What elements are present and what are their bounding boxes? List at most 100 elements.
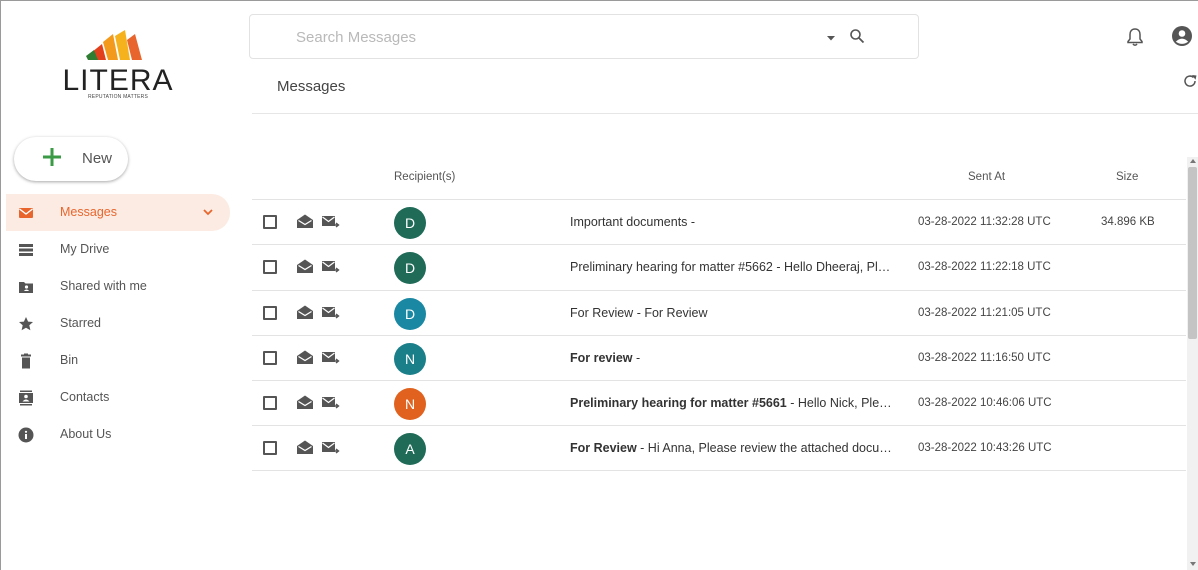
mark-read-icon[interactable] [296, 394, 314, 410]
forward-mail-icon[interactable] [321, 349, 341, 367]
mail-icon [19, 208, 33, 218]
chevron-down-icon[interactable] [202, 206, 214, 218]
contacts-icon [19, 390, 33, 406]
row-checkbox[interactable] [263, 305, 277, 320]
sent-at: 03-28-2022 11:22:18 UTC [918, 261, 1051, 274]
sidebar-item-label: Shared with me [60, 279, 147, 293]
sidebar-item-bin[interactable]: Bin [6, 342, 230, 379]
subject-preview: - Hi Anna, Please review the attached do… [636, 441, 896, 456]
list-icon [19, 244, 33, 256]
message-subject[interactable]: For Review - For Review [570, 306, 896, 320]
info-icon [18, 427, 34, 443]
refresh-icon[interactable] [1182, 73, 1198, 89]
subject-title: Important documents [570, 215, 688, 229]
page-title: Messages [277, 78, 346, 95]
scroll-down-arrow[interactable] [1190, 562, 1196, 566]
sidebar-item-about-us[interactable]: About Us [6, 416, 230, 453]
divider [252, 113, 1198, 114]
row-checkbox[interactable] [263, 215, 277, 229]
subject-title: For Review [570, 305, 634, 320]
sidebar-item-label: Messages [60, 205, 117, 219]
avatar: D [394, 252, 426, 285]
sidebar-nav: Messages My Drive Shared with me Starred… [6, 194, 236, 453]
star-icon [19, 317, 33, 331]
sidebar-item-starred[interactable]: Starred [6, 305, 230, 342]
sidebar-item-label: Contacts [60, 390, 110, 404]
message-subject[interactable]: Preliminary hearing for matter #5662 - H… [570, 260, 896, 274]
subject-title: For review [570, 350, 633, 365]
scroll-up-arrow[interactable] [1190, 159, 1196, 163]
file-size: 34.896 KB [1101, 216, 1155, 228]
sidebar-item-my-drive[interactable]: My Drive [6, 231, 230, 268]
mark-read-icon[interactable] [296, 213, 314, 229]
mark-read-icon[interactable] [296, 258, 314, 274]
subject-preview: - Hello Dheeraj, Please review the attac… [776, 260, 896, 275]
subject-preview: - Hello Nick, Please review the attached… [790, 396, 896, 411]
litera-logo: LITERA REPUTATION MATTERS [62, 30, 174, 108]
sidebar-item-label: Starred [60, 316, 101, 330]
new-message-button[interactable]: New [14, 137, 128, 181]
table-row[interactable]: N For review - 03-28-2022 11:16:50 UTC [252, 334, 1186, 380]
avatar: A [394, 433, 426, 466]
column-header-size[interactable]: Size [1116, 171, 1138, 183]
sidebar-item-label: Bin [60, 353, 79, 367]
new-button-label: New [82, 150, 113, 167]
sent-at: 03-28-2022 11:32:28 UTC [918, 216, 1051, 228]
logo-wordmark: LITERA [62, 64, 174, 97]
logo-tagline: REPUTATION MATTERS [88, 94, 148, 100]
mark-read-icon[interactable] [296, 349, 314, 365]
forward-mail-icon[interactable] [321, 258, 341, 276]
column-header-sent-at[interactable]: Sent At [968, 171, 1005, 183]
plus-icon [43, 148, 61, 166]
subject-title: Preliminary hearing for matter #5661 [570, 396, 787, 411]
table-row[interactable]: D For Review - For Review 03-28-2022 11:21… [252, 289, 1186, 335]
sidebar-item-messages[interactable]: Messages [6, 194, 230, 231]
forward-mail-icon[interactable] [321, 439, 341, 457]
search-input[interactable] [296, 27, 816, 47]
sent-at: 03-28-2022 10:43:26 UTC [918, 442, 1052, 455]
subject-title: Preliminary hearing for matter #5662 [570, 260, 773, 275]
avatar: N [394, 388, 426, 421]
table-row[interactable]: N Preliminary hearing for matter #5661 - … [252, 380, 1186, 425]
avatar: N [394, 342, 426, 375]
table-row[interactable]: D Important documents - 03-28-2022 11:32:2… [252, 199, 1186, 244]
sent-at: 03-28-2022 10:46:06 UTC [918, 397, 1052, 410]
sidebar-item-shared[interactable]: Shared with me [6, 268, 230, 305]
sidebar-item-contacts[interactable]: Contacts [6, 379, 230, 416]
scrollbar-thumb[interactable] [1188, 167, 1197, 339]
sidebar: LITERA REPUTATION MATTERS New Messages M… [6, 6, 236, 570]
search-icon[interactable] [849, 28, 865, 44]
message-list: D Important documents - 03-28-2022 11:32:2… [252, 199, 1186, 471]
message-subject[interactable]: For Review - Hi Anna, Please review the … [570, 441, 896, 455]
avatar: D [394, 207, 426, 239]
row-checkbox[interactable] [263, 396, 277, 411]
sidebar-item-label: My Drive [60, 242, 110, 256]
message-subject[interactable]: Important documents - [570, 215, 896, 229]
forward-mail-icon[interactable] [321, 394, 341, 412]
message-subject[interactable]: For review - [570, 351, 896, 365]
column-header-recipients[interactable]: Recipient(s) [394, 171, 455, 183]
mark-read-icon[interactable] [296, 304, 314, 320]
subject-preview: - [687, 215, 696, 229]
subject-title: For Review [570, 441, 637, 456]
table-row[interactable]: A For Review - Hi Anna, Please review the… [252, 425, 1186, 471]
row-checkbox[interactable] [263, 441, 277, 456]
caret-down-icon[interactable] [826, 33, 836, 43]
search-bar [249, 14, 919, 59]
forward-mail-icon[interactable] [321, 213, 341, 231]
sidebar-item-label: About Us [60, 427, 112, 441]
forward-mail-icon[interactable] [321, 304, 341, 322]
account-circle-icon[interactable] [1171, 25, 1193, 47]
trash-icon [21, 353, 31, 369]
subject-preview: - [632, 350, 641, 365]
table-row[interactable]: D Preliminary hearing for matter #5662 - … [252, 244, 1186, 289]
message-subject[interactable]: Preliminary hearing for matter #5661 - H… [570, 396, 896, 410]
subject-preview: - For Review [633, 305, 708, 320]
sent-at: 03-28-2022 11:16:50 UTC [918, 351, 1051, 364]
row-checkbox[interactable] [263, 350, 277, 365]
bell-icon[interactable] [1126, 27, 1144, 47]
row-checkbox[interactable] [263, 260, 277, 275]
shared-folder-icon [19, 282, 33, 293]
mark-read-icon[interactable] [296, 439, 314, 455]
avatar: D [394, 297, 426, 330]
